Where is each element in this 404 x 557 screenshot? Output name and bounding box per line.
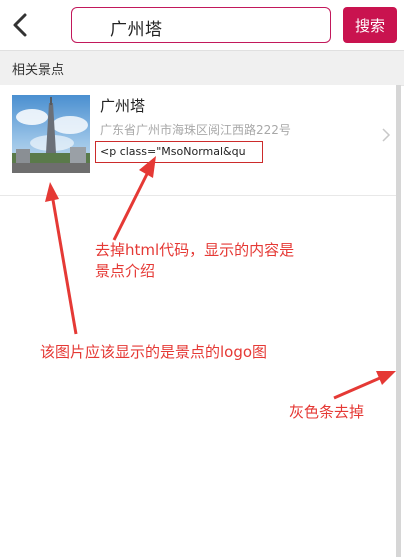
annotation-scrollbar-note: 灰色条去掉	[289, 403, 365, 421]
attraction-thumbnail	[12, 95, 90, 173]
attraction-title: 广州塔	[100, 97, 146, 115]
chevron-left-icon	[13, 13, 27, 37]
annotation-arrow-thumbnail	[45, 182, 78, 335]
attraction-description-text: <p class="MsoNormal&qu	[100, 145, 246, 158]
annotation-html-note-line1: 去掉html代码，显示的内容是	[95, 241, 295, 259]
chevron-right-icon	[382, 128, 391, 142]
header-bar: 广州塔 搜索	[0, 0, 404, 50]
section-title: 相关景点	[12, 63, 65, 78]
scrollbar[interactable]	[396, 85, 401, 557]
back-button[interactable]	[6, 10, 34, 40]
search-input[interactable]: 广州塔	[71, 7, 331, 43]
annotation-html-note-line2: 景点介绍	[95, 262, 156, 280]
annotation-html-note: 去掉html代码，显示的内容是 景点介绍	[95, 240, 294, 282]
list-item[interactable]: 广州塔 广东省广州市海珠区阅江西路222号 <p class="MsoNorma…	[0, 85, 396, 196]
annotation-arrow-scrollbar	[333, 371, 396, 400]
attraction-address: 广东省广州市海珠区阅江西路222号	[100, 123, 291, 137]
page: 广州塔 搜索 相关景点 广州塔 广东省广州市海珠区阅江西路222号 <p cla…	[0, 0, 404, 557]
annotation-logo-note: 该图片应该显示的是景点的logo图	[40, 343, 268, 361]
section-header: 相关景点	[0, 50, 404, 86]
attraction-description: <p class="MsoNormal&qu	[95, 141, 263, 163]
search-input-value: 广州塔	[110, 20, 163, 40]
search-button[interactable]: 搜索	[343, 7, 397, 43]
